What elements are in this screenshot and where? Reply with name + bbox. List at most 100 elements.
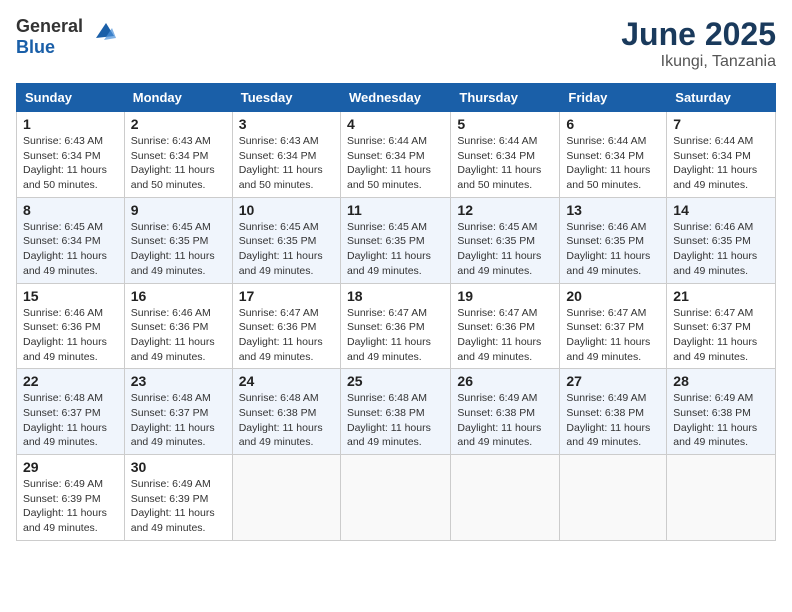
calendar-table: Sunday Monday Tuesday Wednesday Thursday…	[16, 83, 776, 541]
day-info: Sunrise: 6:45 AM Sunset: 6:35 PM Dayligh…	[457, 220, 553, 279]
col-wednesday: Wednesday	[340, 84, 450, 112]
day-number: 22	[23, 373, 118, 389]
day-info: Sunrise: 6:48 AM Sunset: 6:37 PM Dayligh…	[131, 391, 226, 450]
day-number: 13	[566, 202, 660, 218]
day-info: Sunrise: 6:47 AM Sunset: 6:36 PM Dayligh…	[347, 306, 444, 365]
table-row: 7 Sunrise: 6:44 AM Sunset: 6:34 PM Dayli…	[667, 112, 776, 198]
day-number: 21	[673, 288, 769, 304]
page-header: General Blue June 2025 Ikungi, Tanzania	[16, 16, 776, 71]
day-number: 24	[239, 373, 334, 389]
day-info: Sunrise: 6:49 AM Sunset: 6:38 PM Dayligh…	[457, 391, 553, 450]
day-number: 12	[457, 202, 553, 218]
day-number: 26	[457, 373, 553, 389]
table-row: 6 Sunrise: 6:44 AM Sunset: 6:34 PM Dayli…	[560, 112, 667, 198]
day-info: Sunrise: 6:47 AM Sunset: 6:37 PM Dayligh…	[673, 306, 769, 365]
day-info: Sunrise: 6:44 AM Sunset: 6:34 PM Dayligh…	[457, 134, 553, 193]
day-number: 7	[673, 116, 769, 132]
day-number: 30	[131, 459, 226, 475]
table-row: 1 Sunrise: 6:43 AM Sunset: 6:34 PM Dayli…	[17, 112, 125, 198]
table-row: 30 Sunrise: 6:49 AM Sunset: 6:39 PM Dayl…	[124, 455, 232, 541]
col-tuesday: Tuesday	[232, 84, 340, 112]
table-row: 10 Sunrise: 6:45 AM Sunset: 6:35 PM Dayl…	[232, 197, 340, 283]
day-number: 18	[347, 288, 444, 304]
table-row: 12 Sunrise: 6:45 AM Sunset: 6:35 PM Dayl…	[451, 197, 560, 283]
calendar-week-row: 1 Sunrise: 6:43 AM Sunset: 6:34 PM Dayli…	[17, 112, 776, 198]
day-number: 28	[673, 373, 769, 389]
day-number: 16	[131, 288, 226, 304]
day-number: 2	[131, 116, 226, 132]
day-number: 17	[239, 288, 334, 304]
logo-icon	[86, 18, 116, 48]
day-info: Sunrise: 6:48 AM Sunset: 6:37 PM Dayligh…	[23, 391, 118, 450]
table-row: 25 Sunrise: 6:48 AM Sunset: 6:38 PM Dayl…	[340, 369, 450, 455]
day-number: 4	[347, 116, 444, 132]
calendar-week-row: 29 Sunrise: 6:49 AM Sunset: 6:39 PM Dayl…	[17, 455, 776, 541]
day-number: 11	[347, 202, 444, 218]
table-row: 18 Sunrise: 6:47 AM Sunset: 6:36 PM Dayl…	[340, 283, 450, 369]
col-thursday: Thursday	[451, 84, 560, 112]
table-row	[232, 455, 340, 541]
day-info: Sunrise: 6:43 AM Sunset: 6:34 PM Dayligh…	[23, 134, 118, 193]
day-number: 1	[23, 116, 118, 132]
day-info: Sunrise: 6:47 AM Sunset: 6:36 PM Dayligh…	[457, 306, 553, 365]
day-number: 29	[23, 459, 118, 475]
day-info: Sunrise: 6:43 AM Sunset: 6:34 PM Dayligh…	[239, 134, 334, 193]
day-info: Sunrise: 6:43 AM Sunset: 6:34 PM Dayligh…	[131, 134, 226, 193]
day-info: Sunrise: 6:45 AM Sunset: 6:35 PM Dayligh…	[239, 220, 334, 279]
day-number: 15	[23, 288, 118, 304]
day-number: 10	[239, 202, 334, 218]
day-number: 14	[673, 202, 769, 218]
table-row: 17 Sunrise: 6:47 AM Sunset: 6:36 PM Dayl…	[232, 283, 340, 369]
day-info: Sunrise: 6:48 AM Sunset: 6:38 PM Dayligh…	[239, 391, 334, 450]
day-info: Sunrise: 6:46 AM Sunset: 6:35 PM Dayligh…	[566, 220, 660, 279]
col-saturday: Saturday	[667, 84, 776, 112]
calendar-week-row: 15 Sunrise: 6:46 AM Sunset: 6:36 PM Dayl…	[17, 283, 776, 369]
day-info: Sunrise: 6:44 AM Sunset: 6:34 PM Dayligh…	[566, 134, 660, 193]
table-row: 27 Sunrise: 6:49 AM Sunset: 6:38 PM Dayl…	[560, 369, 667, 455]
col-sunday: Sunday	[17, 84, 125, 112]
day-info: Sunrise: 6:48 AM Sunset: 6:38 PM Dayligh…	[347, 391, 444, 450]
day-info: Sunrise: 6:49 AM Sunset: 6:38 PM Dayligh…	[566, 391, 660, 450]
day-info: Sunrise: 6:47 AM Sunset: 6:36 PM Dayligh…	[239, 306, 334, 365]
day-info: Sunrise: 6:49 AM Sunset: 6:39 PM Dayligh…	[131, 477, 226, 536]
day-info: Sunrise: 6:46 AM Sunset: 6:36 PM Dayligh…	[23, 306, 118, 365]
day-info: Sunrise: 6:46 AM Sunset: 6:35 PM Dayligh…	[673, 220, 769, 279]
day-info: Sunrise: 6:49 AM Sunset: 6:39 PM Dayligh…	[23, 477, 118, 536]
calendar-header-row: Sunday Monday Tuesday Wednesday Thursday…	[17, 84, 776, 112]
table-row: 26 Sunrise: 6:49 AM Sunset: 6:38 PM Dayl…	[451, 369, 560, 455]
day-number: 23	[131, 373, 226, 389]
table-row: 8 Sunrise: 6:45 AM Sunset: 6:34 PM Dayli…	[17, 197, 125, 283]
table-row: 22 Sunrise: 6:48 AM Sunset: 6:37 PM Dayl…	[17, 369, 125, 455]
table-row: 3 Sunrise: 6:43 AM Sunset: 6:34 PM Dayli…	[232, 112, 340, 198]
table-row: 28 Sunrise: 6:49 AM Sunset: 6:38 PM Dayl…	[667, 369, 776, 455]
day-number: 27	[566, 373, 660, 389]
table-row: 21 Sunrise: 6:47 AM Sunset: 6:37 PM Dayl…	[667, 283, 776, 369]
table-row: 15 Sunrise: 6:46 AM Sunset: 6:36 PM Dayl…	[17, 283, 125, 369]
day-info: Sunrise: 6:45 AM Sunset: 6:35 PM Dayligh…	[347, 220, 444, 279]
day-number: 8	[23, 202, 118, 218]
day-number: 3	[239, 116, 334, 132]
table-row: 19 Sunrise: 6:47 AM Sunset: 6:36 PM Dayl…	[451, 283, 560, 369]
table-row: 2 Sunrise: 6:43 AM Sunset: 6:34 PM Dayli…	[124, 112, 232, 198]
table-row	[340, 455, 450, 541]
day-number: 25	[347, 373, 444, 389]
table-row: 29 Sunrise: 6:49 AM Sunset: 6:39 PM Dayl…	[17, 455, 125, 541]
table-row: 11 Sunrise: 6:45 AM Sunset: 6:35 PM Dayl…	[340, 197, 450, 283]
table-row	[560, 455, 667, 541]
logo-blue-text: Blue	[16, 37, 55, 57]
day-info: Sunrise: 6:47 AM Sunset: 6:37 PM Dayligh…	[566, 306, 660, 365]
day-number: 5	[457, 116, 553, 132]
table-row: 20 Sunrise: 6:47 AM Sunset: 6:37 PM Dayl…	[560, 283, 667, 369]
table-row: 4 Sunrise: 6:44 AM Sunset: 6:34 PM Dayli…	[340, 112, 450, 198]
day-info: Sunrise: 6:44 AM Sunset: 6:34 PM Dayligh…	[673, 134, 769, 193]
location-subtitle: Ikungi, Tanzania	[621, 53, 776, 71]
table-row: 5 Sunrise: 6:44 AM Sunset: 6:34 PM Dayli…	[451, 112, 560, 198]
table-row: 9 Sunrise: 6:45 AM Sunset: 6:35 PM Dayli…	[124, 197, 232, 283]
title-block: June 2025 Ikungi, Tanzania	[621, 16, 776, 71]
day-number: 6	[566, 116, 660, 132]
day-number: 20	[566, 288, 660, 304]
logo: General Blue	[16, 16, 116, 58]
day-number: 9	[131, 202, 226, 218]
month-year-title: June 2025	[621, 16, 776, 53]
table-row	[667, 455, 776, 541]
